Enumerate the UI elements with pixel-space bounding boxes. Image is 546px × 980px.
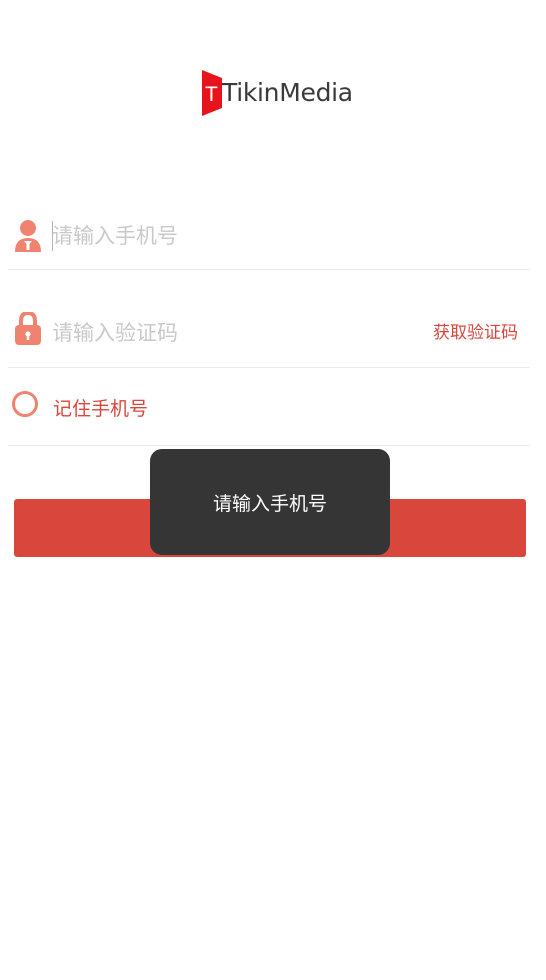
logo-text: TikinMedia [222, 78, 353, 107]
lock-icon [15, 312, 41, 345]
phone-field-row [8, 205, 530, 269]
remember-checkbox[interactable] [12, 391, 38, 417]
get-code-button[interactable]: 获取验证码 [433, 318, 518, 343]
toast-message: 请输入手机号 [150, 449, 390, 555]
toast-text: 请输入手机号 [212, 492, 327, 515]
remember-label[interactable]: 记住手机号 [53, 394, 148, 421]
divider [8, 269, 530, 270]
code-input[interactable] [52, 313, 412, 353]
code-field-row: 获取验证码 [8, 300, 530, 367]
user-icon [15, 220, 41, 252]
svg-text:T: T [205, 83, 218, 106]
phone-input[interactable] [52, 216, 412, 256]
app-logo: T TikinMedia [202, 70, 353, 118]
logo-mark-icon: T [202, 70, 222, 116]
text-caret [52, 221, 53, 251]
divider [8, 367, 530, 368]
remember-row: 记住手机号 [8, 385, 530, 445]
divider [8, 445, 530, 446]
